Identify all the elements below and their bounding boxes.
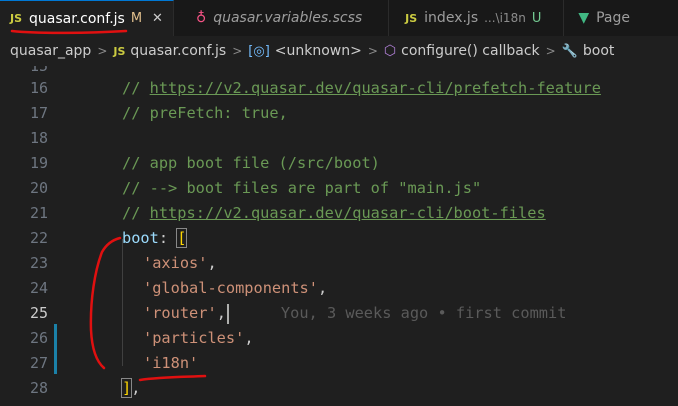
red-annotation-layer — [10, 29, 207, 382]
underline-mark-i18n — [138, 374, 207, 382]
underline-mark-tab — [10, 29, 128, 35]
bracket-mark-boot — [89, 236, 122, 370]
